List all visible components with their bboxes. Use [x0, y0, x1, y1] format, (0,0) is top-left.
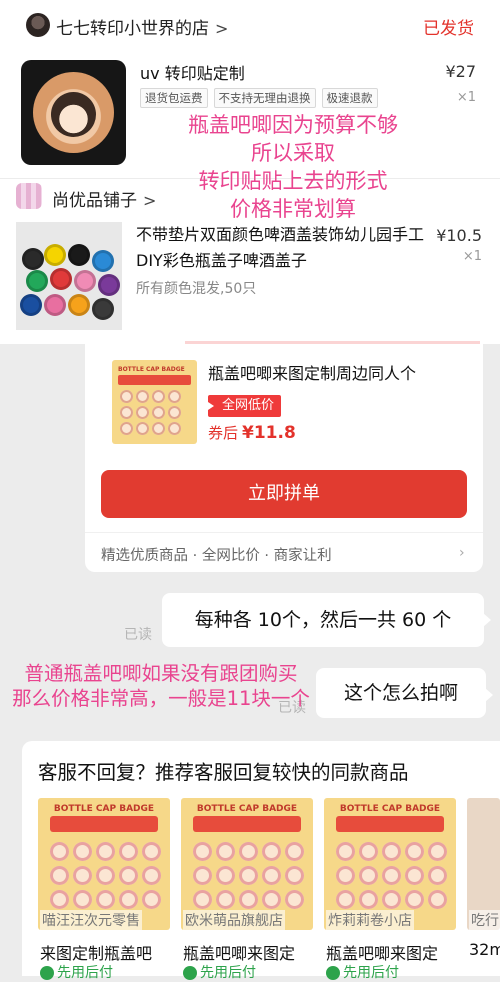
service-tags: 退货包运费 不支持无理由退换 极速退款	[140, 88, 378, 108]
second-shop-name[interactable]: 尚优品铺子 >	[52, 186, 156, 211]
recommended-shop-name: 炸莉莉卷小店	[326, 910, 414, 930]
annotation-line: 那么价格非常高，一般是11块一个	[12, 687, 310, 710]
shop-name[interactable]: 七七转印小世界的店 >	[56, 14, 228, 39]
recommended-product-name[interactable]: 瓶盖吧唧来图定	[326, 940, 438, 964]
annotation-line: 普通瓶盖吧唧如果没有跟团购买	[24, 662, 298, 685]
second-product-quantity: ×1	[462, 249, 482, 264]
coupon-label: 券后	[208, 424, 239, 442]
group-buy-title[interactable]: 瓶盖吧唧来图定制周边同人个	[208, 360, 416, 384]
read-receipt: 已读	[124, 627, 152, 643]
group-buy-footer[interactable]: 精选优质商品 · 全网比价 · 商家让利	[101, 544, 332, 565]
recommended-shop-name: 吃行	[469, 910, 500, 930]
annotation-price-note: 普通瓶盖吧唧如果没有跟团购买 那么价格非常高，一般是11块一个	[0, 661, 322, 711]
recommended-product-name[interactable]: 瓶盖吧唧来图定	[183, 940, 295, 964]
pay-later-icon	[183, 966, 197, 980]
pay-later-text: 先用后付	[343, 965, 399, 981]
recommended-product-name[interactable]: 32m	[469, 940, 500, 959]
coupon-price: 券后 ¥11.8	[208, 422, 296, 443]
image-header: BOTTLE CAP BADGE	[339, 804, 441, 814]
tag-fast-refund: 极速退款	[321, 88, 378, 108]
second-product-title[interactable]: 不带垫片双面颜色啤酒盖装饰幼儿园手工DIY彩色瓶盖子啤酒盖子	[136, 222, 426, 274]
second-product-spec: 所有颜色混发,50只	[136, 281, 257, 297]
annotation-line: 所以采取	[251, 141, 335, 165]
annotation-budget-note: 瓶盖吧唧因为预算不够 所以采取 转印贴贴上去的形式 价格非常划算	[148, 111, 438, 223]
recommended-shop-name: 欧米萌品旗舰店	[183, 910, 285, 930]
pay-later-text: 先用后付	[200, 965, 256, 981]
pay-later-label: 先用后付	[326, 962, 399, 982]
pay-later-label: 先用后付	[183, 962, 256, 982]
second-product-price: ¥10.5	[436, 226, 482, 245]
annotation-line: 转印贴贴上去的形式	[198, 169, 388, 193]
product-quantity: ×1	[456, 90, 476, 105]
product-price: ¥27	[445, 62, 476, 81]
annotation-line: 瓶盖吧唧因为预算不够	[188, 113, 398, 137]
pay-later-icon	[40, 966, 54, 980]
chat-bubble-message[interactable]: 每种各 10个，然后一共 60 个	[162, 593, 491, 647]
bottle-caps-thumbnail[interactable]	[16, 222, 122, 330]
image-header: BOTTLE CAP BADGE	[53, 804, 155, 814]
tag-no-reason-return: 不支持无理由退换	[213, 88, 316, 108]
order-status: 已发货	[423, 19, 474, 39]
chevron-right-icon: >	[215, 19, 229, 38]
pay-later-label: 先用后付	[40, 962, 113, 982]
low-price-tag: 全网低价	[208, 395, 282, 417]
divider	[85, 532, 483, 533]
recommended-shop-name: 喵汪汪次元零售	[40, 910, 142, 930]
group-buy-thumbnail[interactable]: BOTTLE CAP BADGE	[112, 360, 197, 444]
product-thumbnail[interactable]	[21, 60, 126, 165]
image-header: BOTTLE CAP BADGE	[196, 804, 298, 814]
pay-later-icon	[326, 966, 340, 980]
recommendation-title: 客服不回复？推荐客服回复较快的同款商品	[38, 761, 409, 784]
coupon-amount: ¥11.8	[242, 423, 296, 443]
pay-later-text: 先用后付	[57, 965, 113, 981]
annotation-line: 价格非常划算	[230, 197, 356, 221]
shop-avatar[interactable]	[26, 13, 50, 37]
shop-name-label: 七七转印小世界的店	[56, 19, 209, 39]
chat-bubble-message[interactable]: 这个怎么拍啊	[316, 668, 493, 718]
second-shop-label: 尚优品铺子	[52, 191, 137, 211]
recommended-product-name[interactable]: 来图定制瓶盖吧	[40, 940, 152, 964]
chevron-right-icon[interactable]: ›	[459, 545, 465, 561]
tag-free-return: 退货包运费	[140, 88, 208, 108]
product-title[interactable]: uv 转印贴定制	[140, 60, 245, 84]
join-group-button[interactable]: 立即拼单	[101, 470, 467, 518]
shop-avatar[interactable]	[16, 183, 42, 209]
